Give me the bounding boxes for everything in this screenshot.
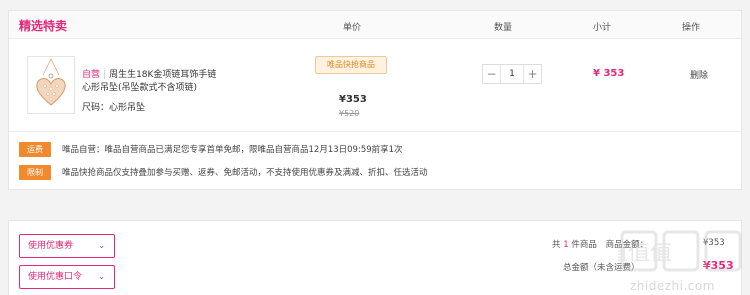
use-coupon-code-label: 使用优惠口令	[28, 272, 83, 282]
use-coupon-label: 使用优惠券	[28, 241, 74, 251]
watermark-char-1: 值值值	[618, 241, 672, 266]
col-head-action: 操作	[682, 23, 701, 33]
quantity-stepper: − 1 +	[482, 64, 542, 84]
watermark-text: zhidezhi.com	[630, 279, 715, 293]
self-operated-tag: 自营	[82, 70, 101, 80]
restriction-notice: 限制 唯品快抢商品仅支持叠加参与买赠、返券、免邮活动，不支持使用优惠券及满减、折…	[19, 164, 428, 180]
flash-sale-badge: 唯品快抢商品	[315, 56, 387, 74]
restriction-text: 唯品快抢商品仅支持叠加参与买赠、返券、免邮活动，不支持使用优惠券及满减、折扣、任…	[62, 168, 428, 178]
delete-button[interactable]: 删除	[690, 68, 708, 81]
product-image[interactable]	[27, 56, 75, 114]
chevron-down-icon: ⌄	[98, 241, 105, 250]
quantity-value[interactable]: 1	[501, 69, 523, 79]
unit-price: ¥353	[339, 94, 367, 105]
col-head-price: 单价	[343, 23, 362, 33]
watermark-logo: 值值值	[618, 230, 742, 272]
item-count: 1	[563, 240, 569, 250]
minus-icon[interactable]: −	[483, 65, 501, 83]
shipping-label: 运费	[19, 141, 51, 157]
chevron-down-icon: ⌄	[98, 272, 105, 281]
use-coupon-button[interactable]: 使用优惠券 ⌄	[19, 234, 115, 258]
restriction-label: 限制	[19, 164, 51, 180]
product-name-line2[interactable]: 心形吊坠(吊坠款式不含项链)	[82, 80, 197, 93]
item-subtotal: ¥ 353	[593, 68, 625, 79]
col-head-quantity: 数量	[494, 23, 513, 33]
shipping-text: 唯品自营：唯品自营商品已满足您专享首单免邮，限唯品自营商品12月13日09:59…	[62, 145, 403, 155]
heart-pendant-image	[36, 58, 66, 106]
plus-icon[interactable]: +	[523, 65, 541, 83]
original-price: ¥520	[339, 109, 360, 118]
use-coupon-code-button[interactable]: 使用优惠口令 ⌄	[19, 265, 115, 289]
shipping-notice: 运费 唯品自营：唯品自营商品已满足您专享首单免邮，限唯品自营商品12月13日09…	[19, 141, 403, 157]
product-row: 自营 | 周生生18K金项链耳饰手链 心形吊坠(吊坠款式不含项链) 尺码：心形吊坠 …	[9, 40, 741, 132]
section-title: 精选特卖	[19, 19, 68, 33]
cart-section: 精选特卖 单价 数量 小计 操作 自营 | 周生生18K金项链耳饰手链 心形吊坠(吊…	[8, 10, 742, 190]
product-name-line1: 周生生18K金项链耳饰手链	[109, 70, 217, 80]
col-head-subtotal: 小计	[593, 23, 612, 33]
product-size: 尺码：心形吊坠	[82, 103, 146, 113]
product-title[interactable]: 自营 | 周生生18K金项链耳饰手链	[82, 67, 216, 80]
cart-header: 精选特卖 单价 数量 小计 操作	[9, 11, 741, 39]
